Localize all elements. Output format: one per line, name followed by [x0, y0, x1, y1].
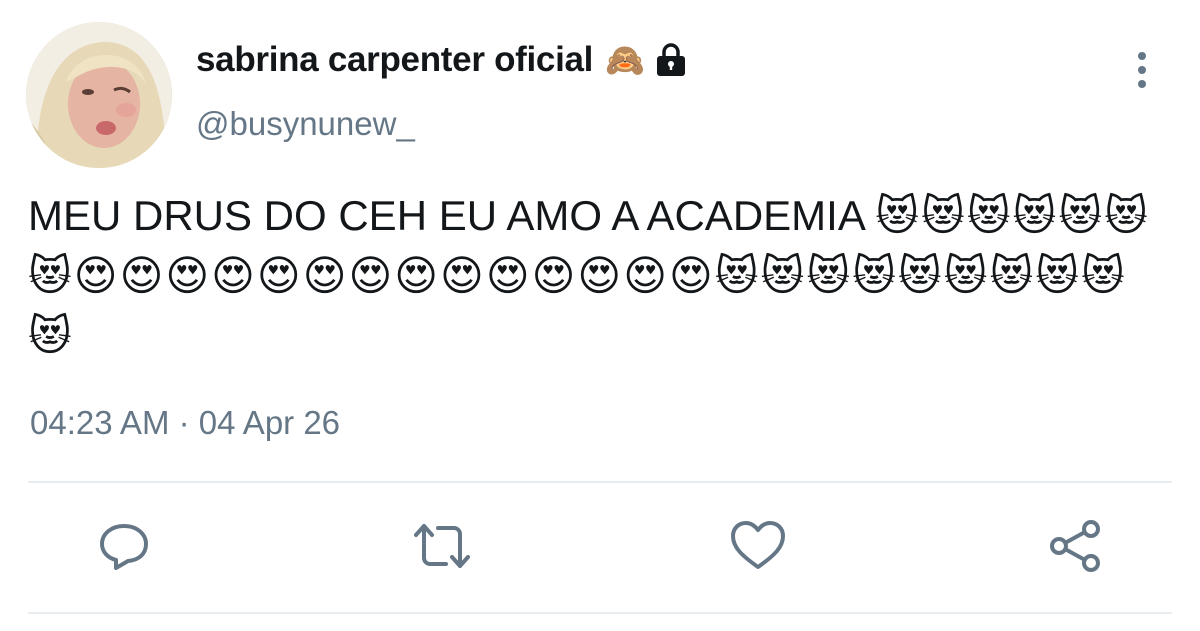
- like-button[interactable]: [728, 516, 788, 576]
- author-handle[interactable]: @busynunew_: [196, 105, 415, 143]
- divider: [28, 612, 1172, 614]
- reply-button[interactable]: [94, 516, 154, 576]
- tweet-timestamp[interactable]: 04:23 AM · 04 Apr 26: [30, 404, 340, 442]
- more-vertical-icon: [1138, 52, 1146, 88]
- author-display-name[interactable]: sabrina carpenter oficial: [196, 40, 593, 80]
- retweet-button[interactable]: [412, 516, 472, 576]
- more-options-button[interactable]: [1118, 48, 1166, 92]
- avatar[interactable]: [26, 22, 172, 168]
- reply-icon: [100, 524, 148, 570]
- avatar-image: [26, 22, 172, 168]
- retweet-icon: [414, 524, 470, 568]
- lock-icon: [655, 43, 687, 77]
- tweet-text-words: MEU DRUS DO CEH EU AMO A ACADEMIA: [28, 192, 876, 239]
- divider: [28, 481, 1172, 483]
- share-icon: [1050, 520, 1100, 572]
- author-display-name-row[interactable]: sabrina carpenter oficial 🙈: [196, 40, 687, 80]
- share-button[interactable]: [1046, 516, 1106, 576]
- tweet-text: MEU DRUS DO CEH EU AMO A ACADEMIA 😻😻😻😻😻😻…: [28, 186, 1168, 366]
- heart-icon: [731, 521, 785, 569]
- see-no-evil-monkey-emoji: 🙈: [605, 42, 645, 78]
